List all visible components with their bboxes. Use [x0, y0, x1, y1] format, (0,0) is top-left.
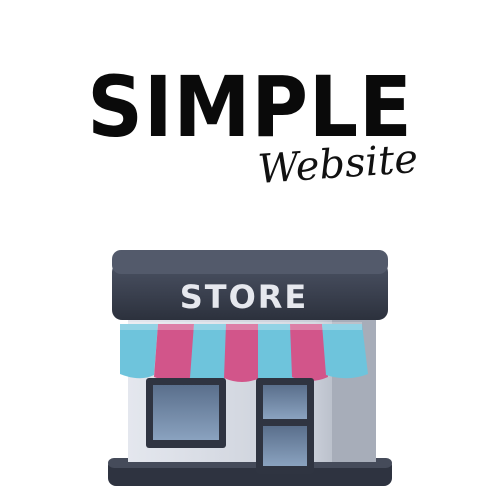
store-sign-text: STORE [180, 278, 309, 316]
store-window [146, 378, 226, 448]
storefront-icon: STORE [108, 250, 392, 486]
store-awning [120, 322, 368, 382]
logo-subtitle: Website [256, 135, 420, 193]
store-base [108, 458, 392, 486]
store-sign-board: STORE [112, 250, 388, 320]
store-door [256, 378, 314, 474]
